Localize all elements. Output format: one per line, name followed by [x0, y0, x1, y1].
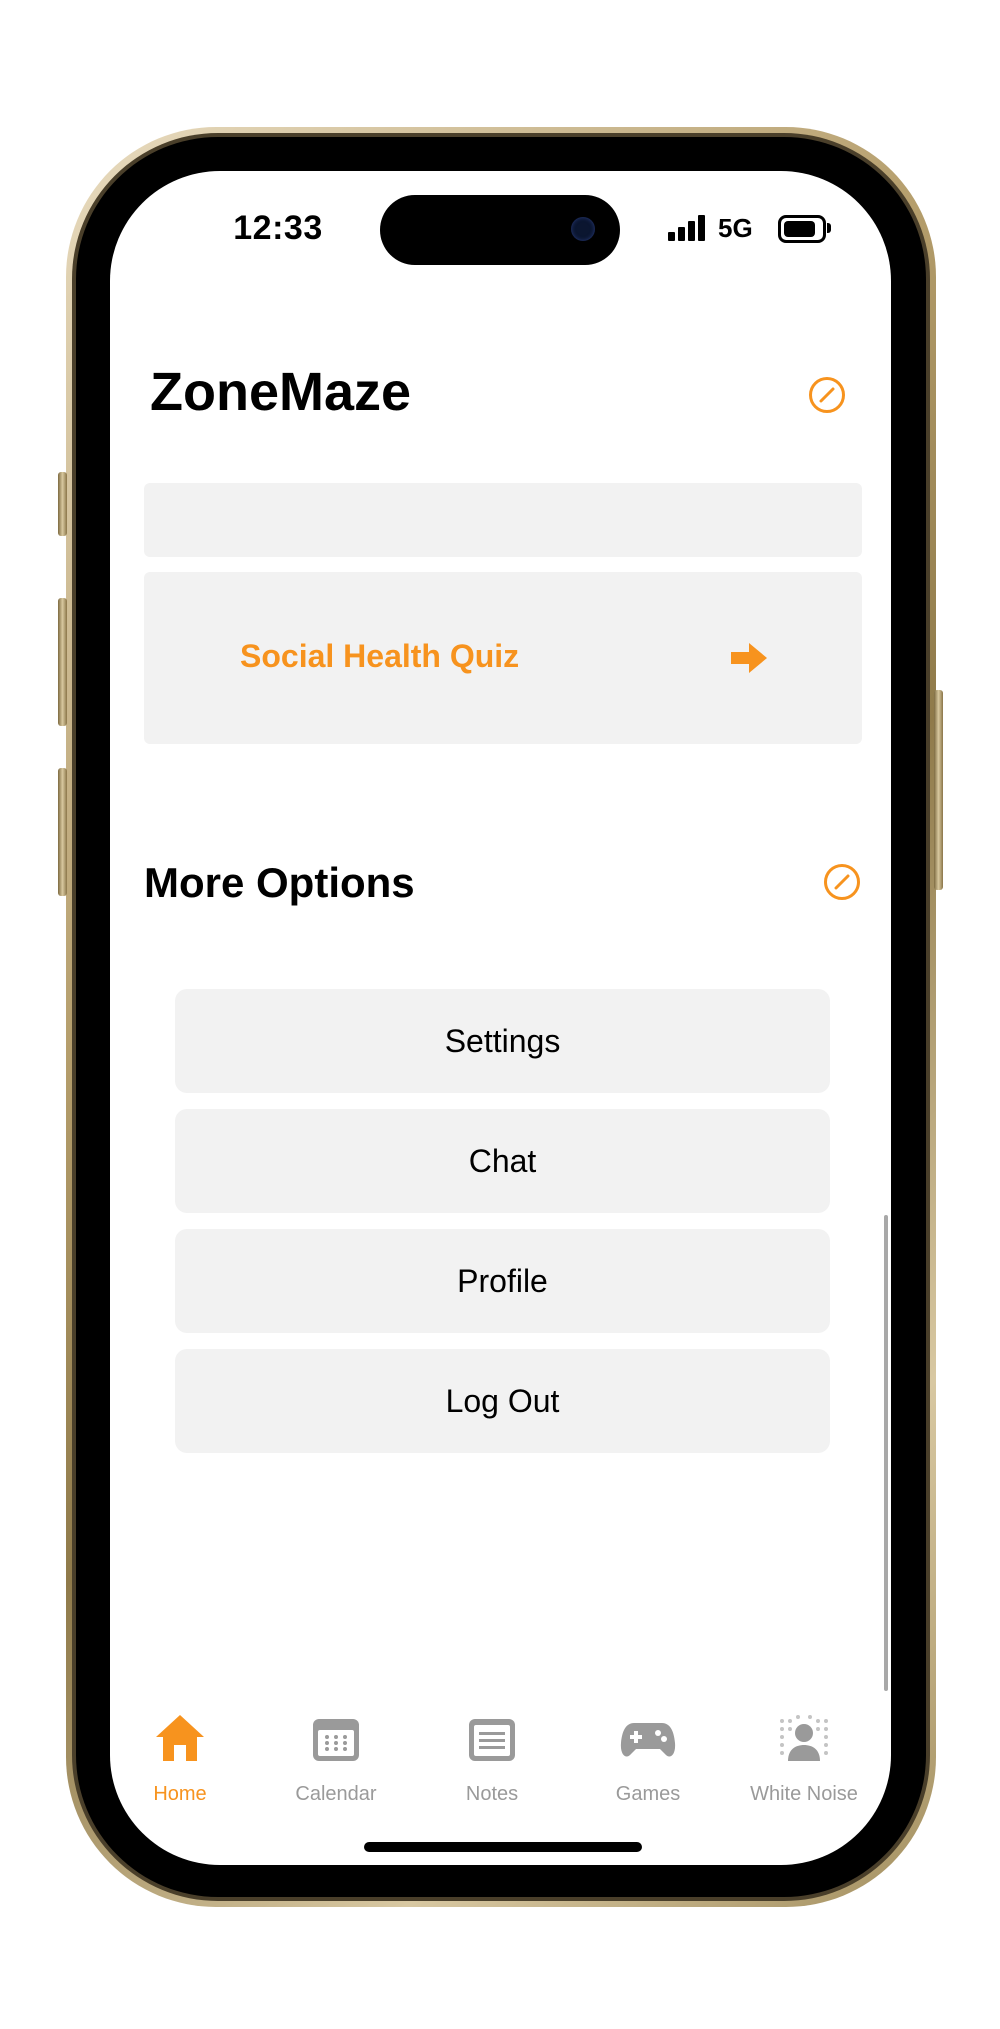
- volume-down-button: [58, 768, 67, 896]
- tab-label: Games: [615, 1783, 681, 1805]
- edit-icon-secondary[interactable]: [824, 864, 860, 900]
- phone-screen: 12:33 5G ZoneMaze Social Health Quiz Mor…: [110, 171, 891, 1865]
- tab-calendar[interactable]: Calendar: [261, 1711, 411, 1821]
- status-time: 12:33: [233, 209, 323, 247]
- silent-switch: [58, 472, 67, 536]
- tab-label: Home: [153, 1783, 207, 1805]
- battery-icon: [778, 215, 826, 243]
- tab-home[interactable]: Home: [110, 1711, 255, 1821]
- section-title: More Options: [144, 859, 415, 906]
- calendar-icon: [313, 1719, 359, 1761]
- arrow-right-icon: [731, 643, 767, 673]
- gamepad-icon: [620, 1723, 676, 1757]
- tab-games[interactable]: Games: [573, 1711, 723, 1821]
- chat-button[interactable]: Chat: [175, 1109, 830, 1213]
- edit-icon[interactable]: [809, 377, 845, 413]
- tab-label: Notes: [465, 1783, 519, 1805]
- quiz-label: Social Health Quiz: [240, 638, 520, 674]
- profile-button[interactable]: Profile: [175, 1229, 830, 1333]
- previous-quiz-card[interactable]: [144, 483, 862, 557]
- home-icon: [156, 1715, 204, 1761]
- notes-icon: [469, 1719, 515, 1761]
- settings-button[interactable]: Settings: [175, 989, 830, 1093]
- scrollbar[interactable]: [884, 1215, 888, 1691]
- tab-notes[interactable]: Notes: [417, 1711, 567, 1821]
- white-noise-icon: [780, 1715, 828, 1761]
- tab-label: Calendar: [295, 1783, 377, 1805]
- front-camera: [571, 217, 595, 241]
- volume-up-button: [58, 598, 67, 726]
- battery-tip: [827, 223, 831, 233]
- tab-label: White Noise: [750, 1783, 858, 1805]
- tab-white-noise[interactable]: White Noise: [729, 1711, 879, 1821]
- network-label: 5G: [718, 213, 753, 243]
- log-out-button[interactable]: Log Out: [175, 1349, 830, 1453]
- signal-icon: [668, 215, 708, 241]
- home-indicator[interactable]: [364, 1842, 642, 1852]
- power-button: [934, 690, 943, 890]
- app-title: ZoneMaze: [150, 362, 412, 422]
- social-health-quiz-card[interactable]: Social Health Quiz: [144, 572, 862, 744]
